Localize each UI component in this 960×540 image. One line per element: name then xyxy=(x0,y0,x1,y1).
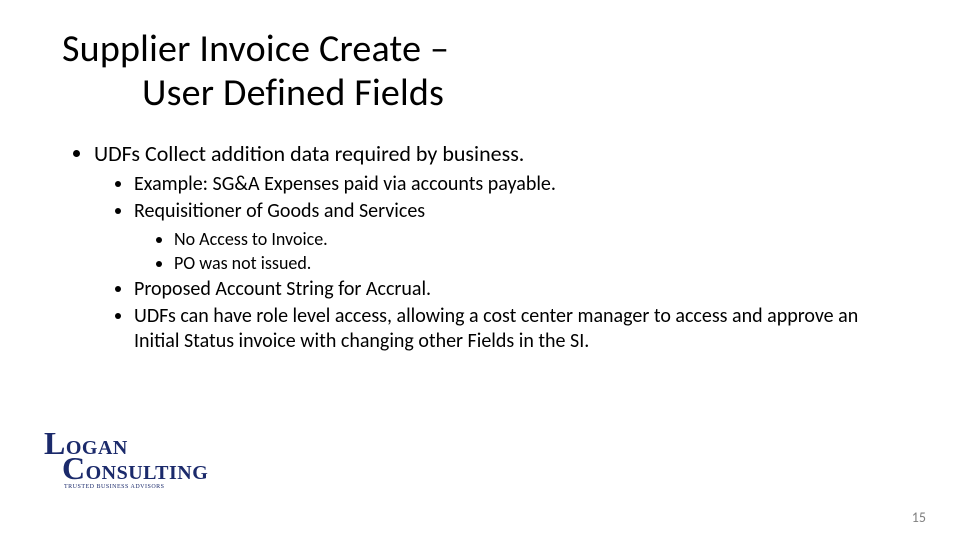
list-item: Proposed Account String for Accrual. xyxy=(134,277,900,302)
logo-letter-c: C xyxy=(62,450,86,486)
bullet-text: PO was not issued. xyxy=(174,252,311,274)
bullet-text: No Access to Invoice. xyxy=(174,228,328,250)
slide-title: Supplier Invoice Create – User Defined F… xyxy=(62,28,449,115)
bullet-text: Example: SG&A Expenses paid via accounts… xyxy=(134,172,556,196)
logo-text-onsulting: ONSULTING xyxy=(86,462,209,484)
bullet-text: Proposed Account String for Accrual. xyxy=(134,277,431,301)
list-item: Example: SG&A Expenses paid via accounts… xyxy=(134,172,900,197)
list-item: UDFs can have role level access, allowin… xyxy=(134,304,900,354)
list-item: Requisitioner of Goods and Services No A… xyxy=(134,199,900,275)
title-line-2: User Defined Fields xyxy=(62,72,449,116)
slide: Supplier Invoice Create – User Defined F… xyxy=(0,0,960,540)
list-item: UDFs Collect addition data required by b… xyxy=(94,140,900,354)
slide-body: UDFs Collect addition data required by b… xyxy=(70,140,900,356)
bullet-list: UDFs Collect addition data required by b… xyxy=(70,140,900,354)
list-item: PO was not issued. xyxy=(174,252,900,275)
logo-tagline: TRUSTED BUSINESS ADVISORS xyxy=(44,485,208,490)
list-item: No Access to Invoice. xyxy=(174,228,900,251)
bullet-text: UDFs Collect addition data required by b… xyxy=(94,140,524,167)
page-number: 15 xyxy=(912,509,926,526)
logan-consulting-logo: LOGAN CONSULTING TRUSTED BUSINESS ADVISO… xyxy=(44,429,208,490)
title-line-1: Supplier Invoice Create – xyxy=(62,26,449,72)
logo-line-2: CONSULTING xyxy=(44,454,208,483)
bullet-list: No Access to Invoice. PO was not issued. xyxy=(134,228,900,275)
bullet-text: Requisitioner of Goods and Services xyxy=(134,199,425,223)
bullet-text: UDFs can have role level access, allowin… xyxy=(134,304,858,353)
bullet-list: Example: SG&A Expenses paid via accounts… xyxy=(94,172,900,354)
